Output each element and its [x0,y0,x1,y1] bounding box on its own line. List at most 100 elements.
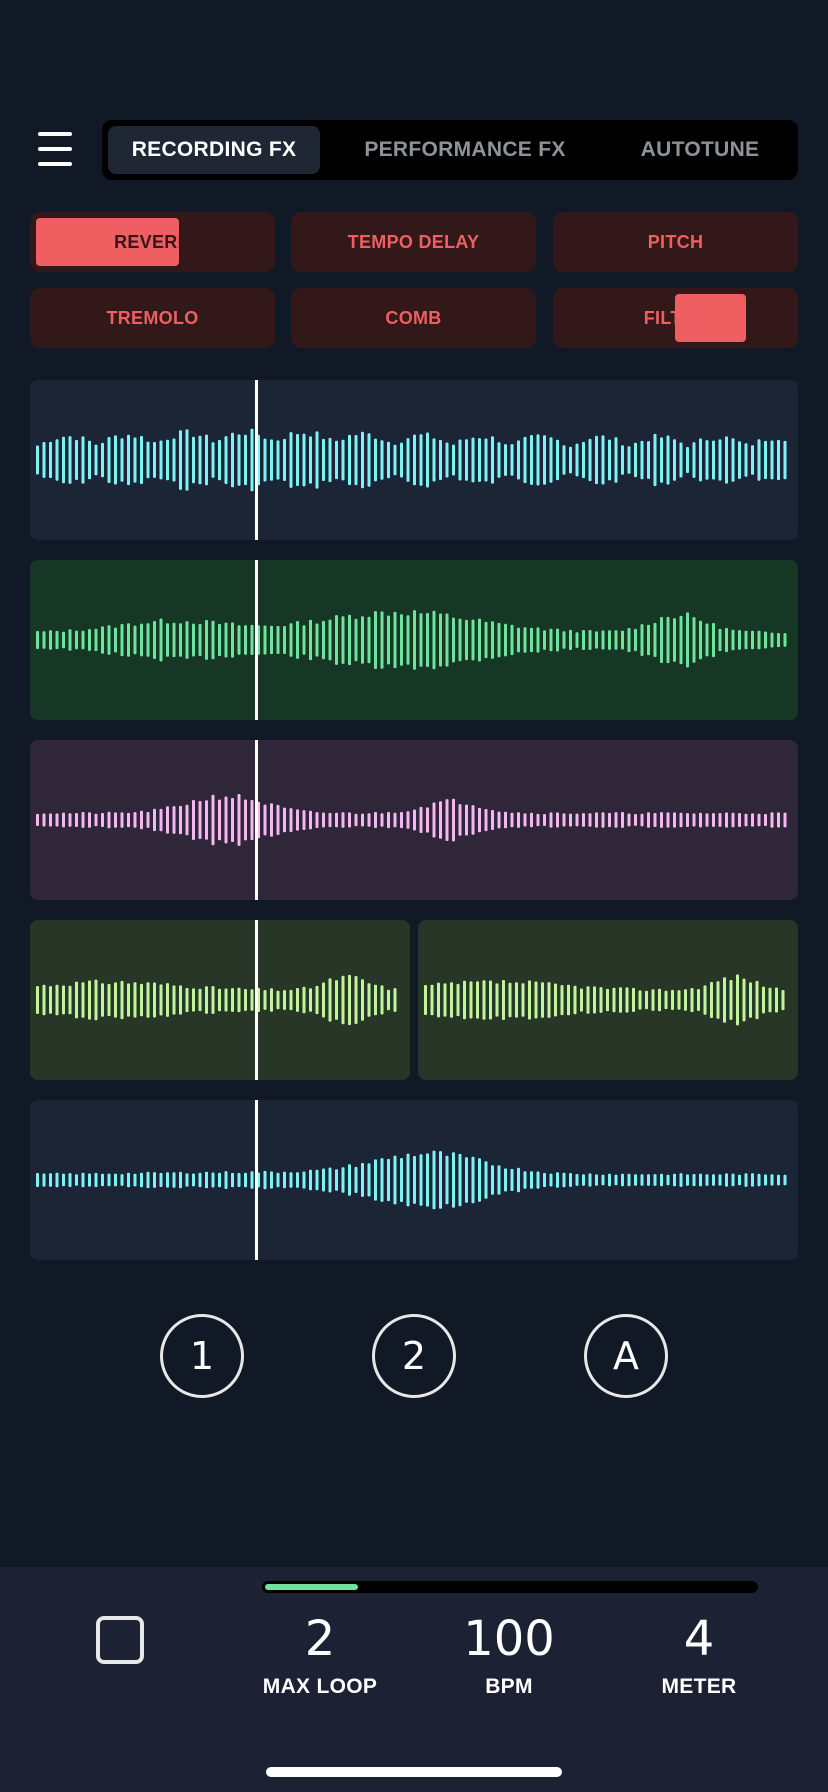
waveform-bar [608,630,611,650]
tab-performance-fx[interactable]: PERFORMANCE FX [320,126,610,174]
waveform-bar [296,988,299,1012]
fx-button-reverb[interactable]: REVERB [30,212,275,272]
waveform-bar [575,632,579,648]
waveform-bar [692,1174,696,1187]
fx-button-filter[interactable]: FILTER [553,288,798,348]
waveform-bar [575,813,579,827]
waveform-bar [523,436,527,484]
fx-button-pitch[interactable]: PITCH [553,212,798,272]
waveform-bar [296,621,299,659]
waveform-bar [619,987,622,1013]
waveform-bar [250,428,254,492]
loop-2-button[interactable]: 2 [372,1314,456,1398]
playhead-line[interactable] [255,560,258,720]
waveform-bar [393,812,397,828]
waveform-bar [671,989,674,1010]
waveform-bar [699,1173,702,1187]
waveform-bar [36,813,39,826]
meter-control[interactable]: 4 METER [609,1611,789,1699]
waveform-bar [770,812,774,828]
waveform-bar [783,1174,787,1186]
waveform-bar [484,809,488,832]
waveform-bar [510,1168,514,1191]
waveform-bar [640,1174,644,1186]
track-5-waveform[interactable] [30,1100,798,1260]
waveform-bar [153,442,156,478]
waveform-bar [361,979,364,1021]
waveform-bar [315,985,319,1015]
waveform-bar [289,623,293,657]
max-loop-control[interactable]: 2 MAX LOOP [230,1611,410,1699]
waveform-bar [231,798,234,842]
meter-value: 4 [683,1611,715,1667]
playhead-line[interactable] [255,380,258,540]
waveform-bar [49,441,52,478]
waveform-bar [738,441,741,479]
waveform-bar [81,436,85,484]
waveform-bar [463,980,466,1020]
waveform-bar [666,435,670,485]
waveform-bar [465,1157,468,1203]
playhead-line[interactable] [255,920,258,1080]
waveform-bar [270,1171,273,1189]
waveform-bar [192,623,195,657]
waveform-bar [536,434,540,486]
fx-button-tremolo[interactable]: TREMOLO [30,288,275,348]
track-3-waveform[interactable] [30,740,798,900]
playhead-line[interactable] [255,740,258,900]
waveform-bar [153,808,156,832]
waveform-bar [744,443,748,477]
waveform-bar [601,812,605,828]
waveform-bar [237,987,241,1013]
tab-autotune[interactable]: AUTOTUNE [610,126,790,174]
fx-label: REVERB [114,232,191,252]
bpm-control[interactable]: 100 BPM [419,1611,599,1699]
fx-label: COMB [385,308,442,328]
waveform-bar [764,440,767,479]
waveform-bar [185,621,189,659]
waveform-bar [107,437,111,483]
playhead-line[interactable] [255,1100,258,1260]
waveform-bar [419,613,423,667]
waveform-bar [738,813,741,827]
waveform-bar [94,444,98,476]
track-4a-waveform[interactable] [30,920,410,1080]
loop-a-button[interactable]: A [584,1314,668,1398]
waveform-bar [712,440,715,480]
waveform-bar [731,812,735,828]
waveform-bar [302,1171,306,1189]
waveform-bar [666,616,670,664]
waveform-bar [81,630,85,650]
fx-button-comb[interactable]: COMB [291,288,536,348]
waveform-bar [690,988,694,1013]
waveform-bar [530,627,533,653]
waveform-bar [562,813,566,827]
waveform-graphic [36,974,397,1026]
hamburger-menu-icon[interactable] [38,132,80,166]
waveform-bar [424,985,427,1015]
waveform-bar [218,799,221,841]
waveform-bar [224,1171,228,1189]
waveform-bar [517,627,520,653]
waveform-bar [263,804,267,836]
waveform-bar [68,1173,72,1187]
waveform-bar [465,439,468,481]
track-4b-waveform[interactable] [418,920,798,1080]
waveform-bar [49,630,52,650]
track-2-waveform[interactable] [30,560,798,720]
waveform-bar [367,983,371,1017]
waveform-bar [211,986,215,1014]
bpm-label: BPM [485,1675,533,1698]
fx-button-tempo-delay[interactable]: TEMPO DELAY [291,212,536,272]
waveform-bar [666,1174,670,1186]
waveform-bar [179,805,182,835]
waveform-bar [400,1158,403,1202]
stop-icon[interactable] [96,1616,144,1664]
loop-1-button[interactable]: 1 [160,1314,244,1398]
waveform-bar [586,986,590,1014]
waveform-bar [489,980,492,1020]
waveform-bar [374,984,377,1016]
waveform-bar [270,625,273,655]
track-1-waveform[interactable] [30,380,798,540]
tab-recording-fx[interactable]: RECORDING FX [108,126,320,174]
